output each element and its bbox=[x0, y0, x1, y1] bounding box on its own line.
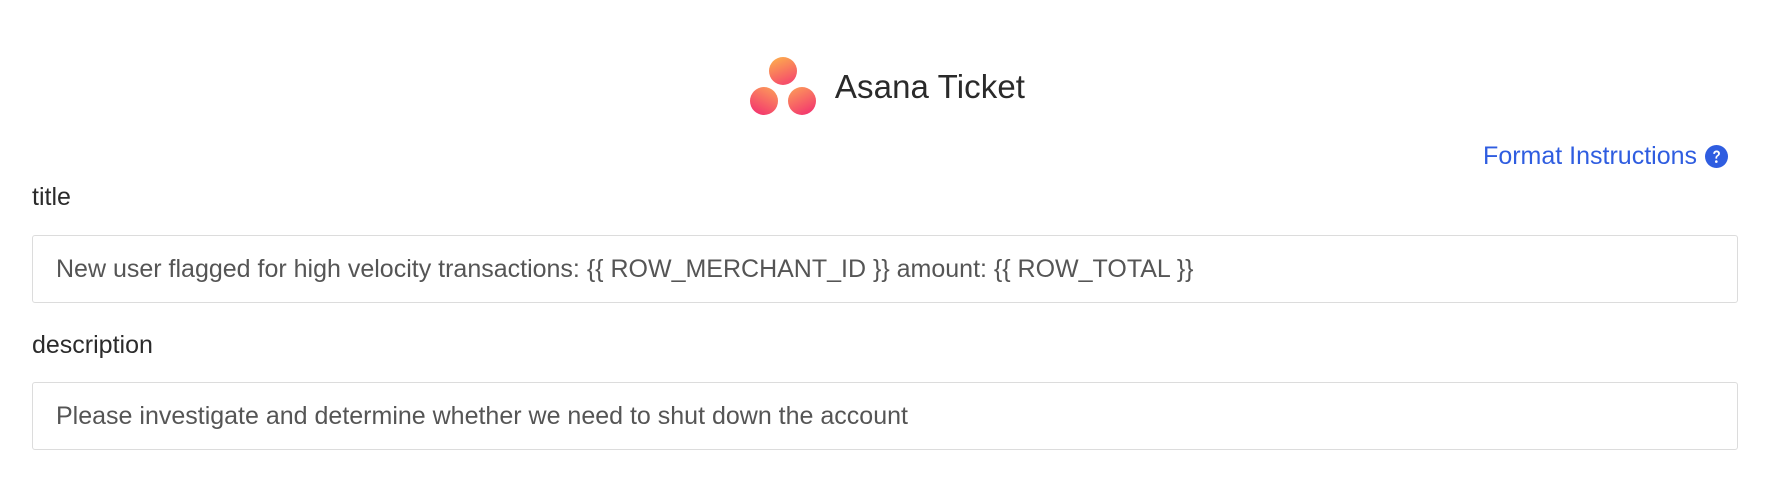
title-field-label: title bbox=[32, 183, 71, 211]
header: Asana Ticket bbox=[0, 56, 1774, 118]
title-input[interactable] bbox=[32, 235, 1738, 303]
description-input[interactable] bbox=[32, 382, 1738, 450]
description-field-label: description bbox=[32, 331, 153, 359]
question-circle-icon[interactable] bbox=[1705, 145, 1728, 168]
format-instructions-link[interactable]: Format Instructions bbox=[1483, 142, 1728, 171]
asana-logo-icon bbox=[749, 57, 816, 115]
format-instructions-label: Format Instructions bbox=[1483, 142, 1697, 170]
asana-ticket-form: Asana Ticket Format Instructions title d… bbox=[0, 0, 1774, 492]
page-title: Asana Ticket bbox=[834, 68, 1026, 105]
